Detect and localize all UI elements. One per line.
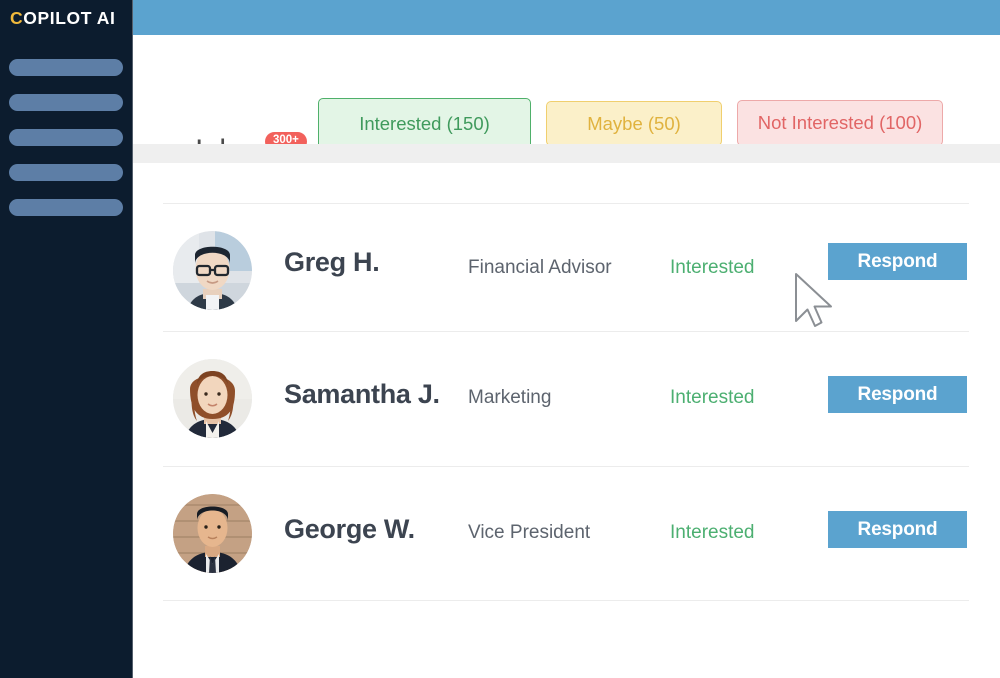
- table-row[interactable]: Samantha J. Marketing Interested Respond: [133, 331, 1000, 459]
- sidebar-item-placeholder-4[interactable]: [9, 164, 123, 181]
- sidebar-item-placeholder-2[interactable]: [9, 94, 123, 111]
- list-divider: [163, 600, 969, 601]
- status-badge: Interested: [670, 257, 755, 278]
- respond-button[interactable]: Respond: [828, 376, 967, 413]
- tab-maybe[interactable]: Maybe (50): [546, 101, 722, 146]
- respond-button[interactable]: Respond: [828, 511, 967, 548]
- avatar: [173, 359, 252, 438]
- logo-accent-letter: C: [10, 8, 24, 28]
- sidebar: COPILOT AI: [0, 0, 133, 678]
- sidebar-item-placeholder-5[interactable]: [9, 199, 123, 216]
- top-header-bar: [133, 0, 1000, 35]
- sidebar-item-placeholder-3[interactable]: [9, 129, 123, 146]
- table-row[interactable]: George W. Vice President Interested Resp…: [133, 466, 1000, 594]
- app-window: COPILOT AI Inbox 300+ Interested (150) M…: [0, 0, 1000, 678]
- person-name: Samantha J.: [284, 379, 440, 409]
- sidebar-item-placeholder-1[interactable]: [9, 59, 123, 76]
- table-row[interactable]: Greg H. Financial Advisor Interested Res…: [133, 203, 1000, 331]
- main-content: Inbox 300+ Interested (150) Maybe (50) N…: [133, 35, 1000, 678]
- app-logo[interactable]: COPILOT AI: [10, 8, 116, 29]
- avatar: [173, 494, 252, 573]
- tab-underline-strip: [133, 144, 1000, 163]
- person-name: Greg H.: [284, 247, 380, 277]
- status-badge: Interested: [670, 522, 755, 543]
- tab-interested[interactable]: Interested (150): [318, 98, 531, 149]
- status-badge: Interested: [670, 387, 755, 408]
- person-title: Financial Advisor: [468, 257, 612, 278]
- respond-button[interactable]: Respond: [828, 243, 967, 280]
- person-title: Vice President: [468, 522, 591, 543]
- logo-text: OPILOT AI: [23, 8, 116, 28]
- person-name: George W.: [284, 514, 415, 544]
- person-title: Marketing: [468, 387, 552, 408]
- tab-not-interested[interactable]: Not Interested (100): [737, 100, 943, 146]
- avatar: [173, 231, 252, 310]
